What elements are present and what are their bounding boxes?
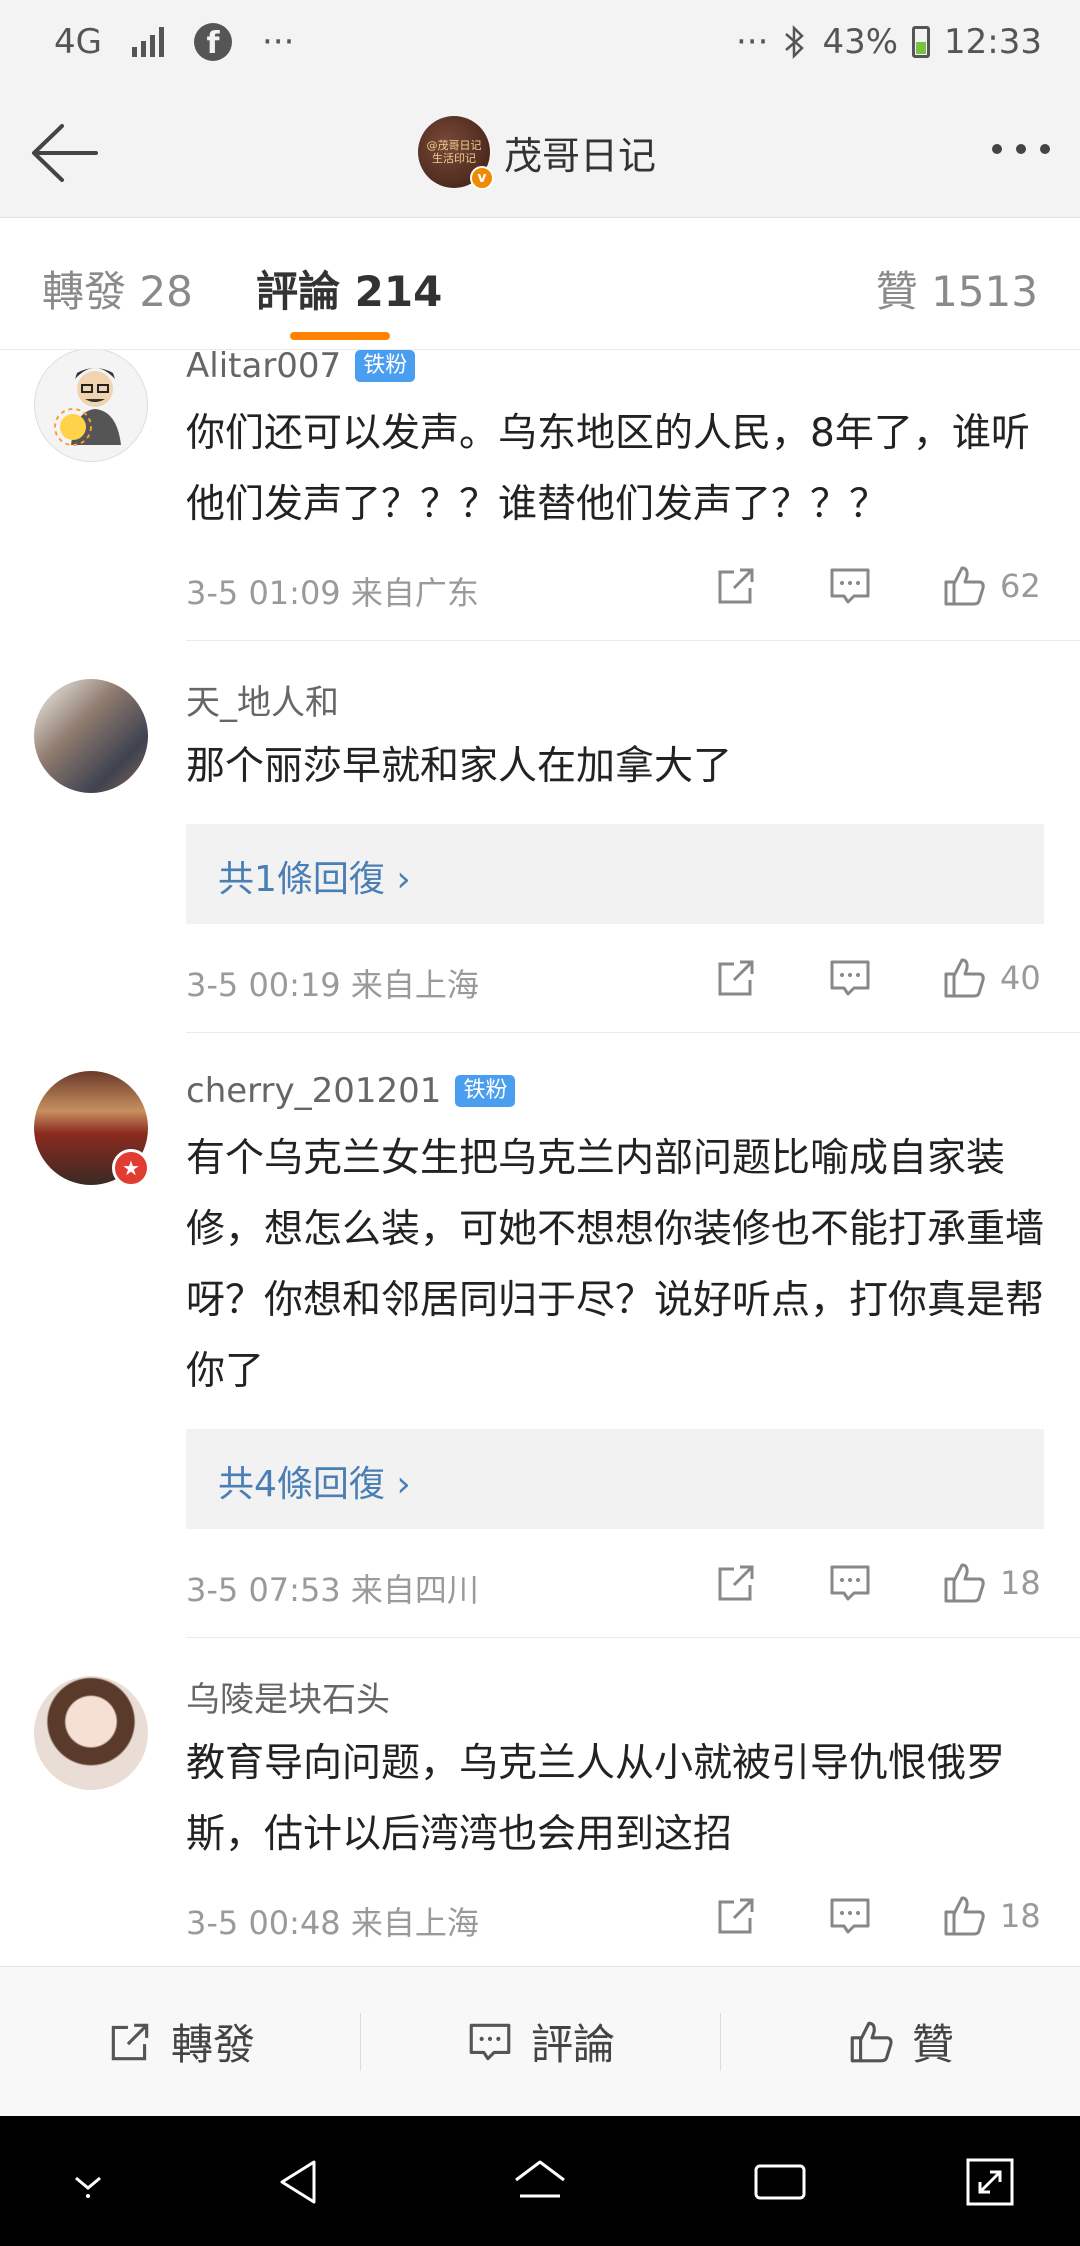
comment-icon[interactable] [826,954,874,1002]
comment-username[interactable]: 乌陵是块石头 [186,1674,1080,1720]
share-icon [111,2023,149,2060]
comment-meta: 3-5 07:53 来自四川 18 [186,1537,1080,1637]
facebook-icon: f [193,23,232,61]
tab-bar: 轉發 28 評論 214 贊 1513 [0,218,1080,350]
bottom-action-bar: 轉發 評論 贊 [0,1966,1080,2116]
comment-text: 有个乌克兰女生把乌克兰内部问题比喻成自家装修，想怎么装，可她不想想你装修也不能打… [186,1136,1045,1394]
comment-icon[interactable] [826,1559,874,1607]
comment-time: 3-5 00:48 来自上海 [186,1904,479,1942]
comment-username[interactable]: Alitar007 铁粉 [186,350,1080,388]
header-avatar[interactable]: @茂哥日记 生活印记 v [418,116,494,190]
comment-text: 你们还可以发声。乌东地区的人民，8年了，谁听他们发声了？？？谁替他们发声了？？？ [186,411,1030,527]
comment-list[interactable]: Alitar007 铁粉 你们还可以发声。乌东地区的人民，8年了，谁听他们发声了… [0,350,1080,1966]
header: @茂哥日记 生活印记 v 茂哥日记 [0,88,1080,218]
avatar[interactable] [34,679,148,793]
avatar[interactable] [34,350,148,462]
recent-apps-icon[interactable] [750,2152,810,2212]
comment-text: 那个丽莎早就和家人在加拿大了 [186,744,733,789]
like-count: 62 [1000,567,1041,605]
comment-text: 教育导向问题，乌克兰人从小就被引导仇恨俄罗斯，估计以后湾湾也会用到这招 [186,1741,1006,1857]
like-icon[interactable] [940,1559,988,1607]
back-arrow-icon[interactable] [26,118,106,188]
signal-icon [131,27,164,57]
comment-username[interactable]: 天_地人和 [186,677,1080,723]
like-icon [850,2021,893,2062]
comment-meta: 3-5 01:09 来自广东 62 [186,540,1080,640]
network-type: 4G [54,22,102,62]
red-star-badge-icon: ★ [112,1149,150,1187]
expand-icon[interactable] [960,2152,1020,2212]
share-icon[interactable] [712,562,760,610]
avatar[interactable]: ★ [34,1071,150,1187]
repost-button[interactable]: 轉發 [0,1967,360,2116]
tab-likes[interactable]: 贊 1513 [876,258,1038,319]
comment-item: 乌陵是块石头 教育导向问题，乌克兰人从小就被引导仇恨俄罗斯，估计以后湾湾也会用到… [34,1638,1080,1966]
app-screen: 4G f ··· ··· 43% 12:33 @茂哥日记 生活印记 v 茂哥日记… [0,0,1080,2246]
more-status-icon: ··· [736,22,769,62]
verified-badge-icon: v [470,166,494,190]
more-options-icon[interactable] [992,144,1050,154]
comment-icon[interactable] [826,562,874,610]
comment-meta: 3-5 00:19 来自上海 40 [186,932,1080,1032]
comment-icon [469,2023,511,2060]
clock: 12:33 [944,22,1042,62]
battery-icon [912,26,931,58]
system-navigation-bar [0,2116,1080,2246]
comment-username[interactable]: cherry_201201 铁粉 [186,1069,1080,1113]
tab-comments[interactable]: 評論 214 [256,258,442,319]
fan-badge: 铁粉 [455,1075,516,1107]
avatar[interactable] [34,1676,148,1790]
like-icon[interactable] [940,562,988,610]
comment-icon[interactable] [826,1892,874,1940]
page-title: 茂哥日记 [504,133,657,178]
share-icon[interactable] [712,1559,760,1607]
like-count: 18 [1000,1564,1041,1602]
like-icon[interactable] [940,954,988,1002]
like-icon[interactable] [940,1892,988,1940]
share-icon[interactable] [712,1892,760,1940]
comment-time: 3-5 00:19 来自上海 [186,966,479,1004]
hide-keyboard-icon[interactable] [58,2152,118,2212]
comment-meta: 3-5 00:48 来自上海 18 [186,1870,1080,1966]
battery-percent: 43% [822,22,899,62]
tab-reposts[interactable]: 轉發 28 [42,258,193,319]
comment-item: 天_地人和 那个丽莎早就和家人在加拿大了 共1條回復 › 3-5 00:19 来… [34,641,1080,1033]
status-bar: 4G f ··· ··· 43% 12:33 [0,0,1080,88]
reply-thread-link[interactable]: 共4條回復 › [186,1429,1044,1529]
comment-button[interactable]: 評論 [360,1967,720,2116]
like-count: 40 [1000,959,1041,997]
fan-badge: 铁粉 [355,350,416,382]
more-notifications-icon: ··· [261,22,295,62]
comment-item: ★ cherry_201201 铁粉 有个乌克兰女生把乌克兰内部问题比喻成自家装… [34,1033,1080,1638]
like-count: 18 [1000,1897,1041,1935]
comment-time: 3-5 07:53 来自四川 [186,1571,479,1609]
reply-thread-link[interactable]: 共1條回復 › [186,824,1044,924]
page-title-group[interactable]: @茂哥日记 生活印记 v 茂哥日记 [418,116,657,190]
repost-label: 轉發 [170,2020,255,2069]
comment-label: 評論 [530,2020,615,2069]
share-icon[interactable] [712,954,760,1002]
like-label: 贊 [911,2020,954,2069]
comment-time: 3-5 01:09 来自广东 [186,574,479,612]
comment-item: Alitar007 铁粉 你们还可以发声。乌东地区的人民，8年了，谁听他们发声了… [34,350,1080,641]
active-tab-indicator [290,332,390,340]
back-icon[interactable] [270,2152,330,2212]
home-icon[interactable] [510,2152,570,2212]
bluetooth-icon [785,24,805,60]
like-button[interactable]: 贊 [720,1967,1080,2116]
